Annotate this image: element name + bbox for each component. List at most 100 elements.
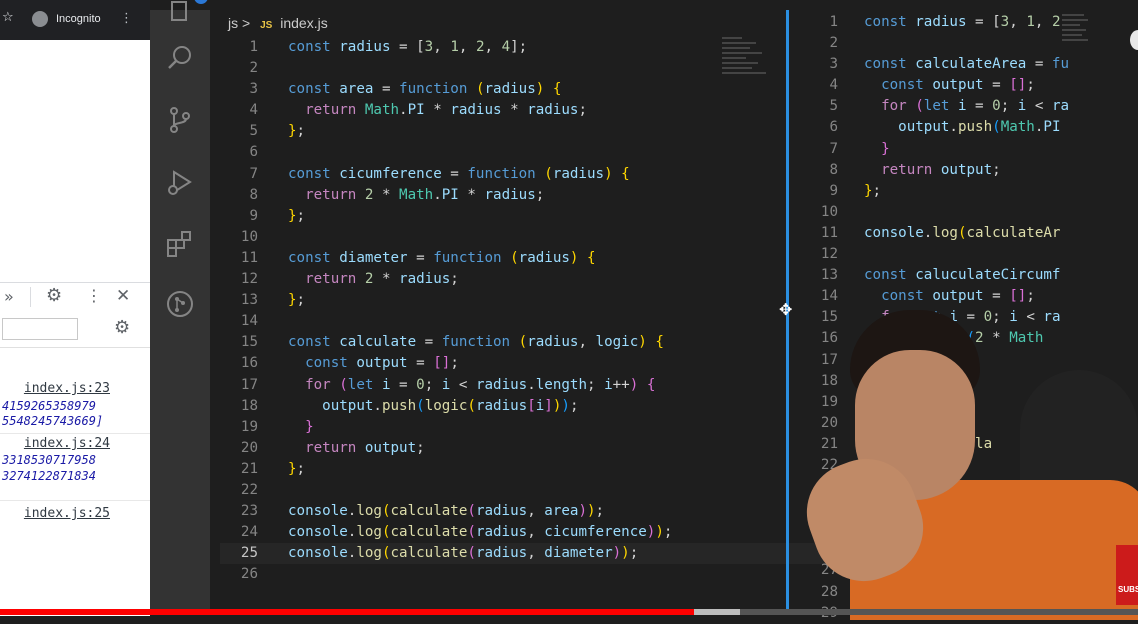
code-line[interactable]: 13 const caluculateCircumf [800,265,1100,286]
code-line[interactable]: 20 return output; [220,438,860,459]
code-line[interactable]: 23 console.log(calculate(radius, area)); [220,501,860,522]
breadcrumb-folder[interactable]: js [228,15,238,31]
code-line[interactable]: 15 const calculate = function (radius, lo… [220,332,860,353]
explorer-icon[interactable] [164,0,208,28]
browser-menu-icon[interactable]: ⋮ [120,11,133,26]
code-line[interactable]: 8 return 2 * Math.PI * radius; [220,185,860,206]
code-token: let [347,376,382,393]
code-line[interactable]: 14 const output = []; [800,286,1100,307]
code-line[interactable]: 25 console.log(calculate(radius, diameter… [220,543,860,565]
code-line[interactable]: 19 } [220,417,860,438]
code-line[interactable]: 17 for (let i = 0; i < radius.length; i+… [220,375,860,396]
code-token: ; [1000,98,1018,115]
code-token: . [373,397,382,414]
code-token: = [407,249,434,266]
code-line[interactable]: 10 [220,227,860,248]
code-token: i [535,397,545,414]
code-token: = [ [966,14,1001,30]
video-progress-bar[interactable] [0,609,1138,615]
code-token: = [983,288,1010,305]
code-line[interactable]: 5 for (let i = 0; i < ra [800,96,1100,117]
code-line[interactable]: 5}; [220,121,860,142]
console-source-link[interactable]: index.js:24 [24,436,110,451]
code-line[interactable]: 8 return output; [800,160,1100,181]
code-token: ; [992,161,1001,178]
code-line[interactable]: 10 [800,202,1100,223]
editor-left-pane[interactable]: 1 const radius = [3, 1, 2, 4]; 2 3 const are… [220,37,860,585]
code-line[interactable]: 18 output.push(logic(radius[i])); [220,396,860,417]
code-line[interactable]: 1 const radius = [3, 1, 2 [800,12,1100,33]
code-line[interactable]: 2 [800,33,1100,54]
code-line[interactable]: 6 [220,142,860,163]
code-line[interactable]: 11 console.log(calculateAr [800,223,1100,244]
code-text: const output = []; [864,75,1035,96]
code-line[interactable]: 9}; [800,181,1100,202]
devtools-close-icon[interactable]: ✕ [116,286,130,306]
console-source-link[interactable]: index.js:25 [24,506,110,521]
code-token: . [949,119,958,136]
code-token: ; [296,207,306,224]
search-icon[interactable] [164,42,196,74]
incognito-avatar-icon[interactable] [32,11,48,27]
git-graph-icon[interactable] [164,288,196,320]
code-token: * [373,271,400,288]
code-token: radius [552,165,605,182]
devtools-settings-gear-icon[interactable]: ⚙ [46,285,62,306]
code-line[interactable]: 12 [800,244,1100,265]
line-number: 15 [240,334,258,351]
code-token: cicumference [339,165,442,182]
code-token: } [288,207,297,224]
code-token: ( [467,545,476,562]
code-line[interactable]: 3 const calculateArea = fu [800,54,1100,75]
right-minimap[interactable] [1062,14,1092,74]
code-line[interactable]: 4 return Math.PI * radius * radius; [220,100,860,121]
line-number: 4 [829,77,838,94]
code-line[interactable]: 9}; [220,206,860,227]
code-line[interactable]: 24 console.log(calculate(radius, cicumfer… [220,522,860,543]
code-line[interactable]: 22 [220,480,860,501]
devtools-menu-icon[interactable]: ⋮ [86,286,102,305]
code-token: ; [296,292,306,309]
code-token: * [424,102,451,119]
code-line[interactable]: 14 [220,311,860,332]
code-token: = [416,334,442,351]
extensions-icon[interactable] [164,228,196,260]
bookmark-star-icon[interactable]: ☆ [2,10,14,25]
minimap[interactable] [722,37,772,87]
code-token: [] [1009,288,1027,305]
code-line[interactable]: 6 output.push(Math.PI [800,117,1100,138]
code-line[interactable]: 12 return 2 * radius; [220,269,860,290]
run-debug-icon[interactable] [164,166,196,198]
line-number: 11 [820,224,838,241]
line-number: 3 [249,81,258,98]
code-line[interactable]: 7 } [800,139,1100,160]
code-token: ; [424,376,442,393]
line-number: 25 [240,545,258,562]
code-line[interactable]: 26 [220,564,860,585]
code-token: diameter [339,249,408,266]
code-token: const [288,39,340,55]
code-line[interactable]: 11 const diameter = function (radius) { [220,248,860,269]
code-token: 3 [424,39,434,55]
console-settings-gear-icon[interactable]: ⚙ [114,317,130,338]
code-token: calculate [390,524,468,541]
more-tabs-chevron-icon[interactable]: » [4,287,14,306]
subscribe-button[interactable]: SUBS [1116,545,1138,605]
console-filter-input[interactable] [2,318,78,340]
code-token: area [339,81,374,98]
code-token: ( [381,503,391,520]
code-text: } [288,417,314,438]
code-text: return output; [864,160,1001,181]
code-line[interactable]: 7 const cicumference = function (radius) … [220,164,860,185]
code-token: ) { [629,376,656,393]
code-line[interactable]: 13}; [220,290,860,311]
code-token: . [527,376,536,393]
code-line[interactable]: 4 const output = []; [800,75,1100,96]
code-line[interactable]: 21}; [220,459,860,480]
code-line[interactable]: 16 const output = []; [220,353,860,374]
console-source-link[interactable]: index.js:23 [24,381,110,396]
video-buffer-fill [694,609,740,615]
code-token: 3 [1000,14,1010,30]
source-control-icon[interactable] [164,104,196,136]
breadcrumb-file[interactable]: index.js [280,15,327,31]
